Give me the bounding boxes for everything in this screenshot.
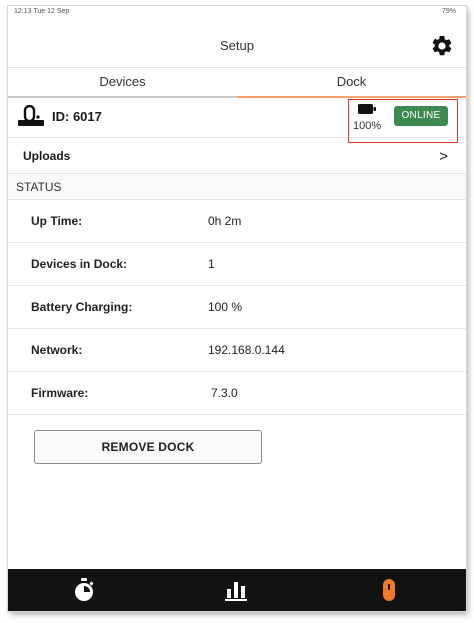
dock-icon[interactable] bbox=[376, 577, 402, 603]
status-row-uptime: Up Time: 0h 2m bbox=[8, 200, 466, 243]
status-label: Devices in Dock: bbox=[31, 257, 128, 271]
stopwatch-icon[interactable] bbox=[71, 577, 97, 603]
uploads-row[interactable]: Uploads > bbox=[8, 138, 466, 174]
battery-percent: 100% bbox=[353, 120, 382, 132]
device-status-bar: 12:13 Tue 12 Sep 79% bbox=[8, 6, 466, 20]
status-value: 192.168.0.144 bbox=[208, 343, 285, 357]
dock-summary-row: ID: 6017 100% ONLINE bbox=[8, 98, 466, 143]
status-section-header: STATUS bbox=[8, 174, 466, 200]
bar-chart-icon[interactable] bbox=[223, 577, 249, 603]
status-value: 100 % bbox=[208, 300, 243, 314]
status-row-battery-charging: Battery Charging: 100 % bbox=[8, 286, 466, 329]
gear-icon[interactable] bbox=[430, 34, 454, 58]
dock-id-label: ID: 6017 bbox=[52, 109, 102, 124]
status-value: 7.3.0 bbox=[211, 386, 238, 400]
app-window: 12:13 Tue 12 Sep 79% Setup Devices Dock … bbox=[8, 6, 466, 611]
status-battery: 79% bbox=[441, 8, 456, 15]
tab-devices[interactable]: Devices bbox=[8, 68, 237, 98]
status-label: Network: bbox=[31, 343, 83, 357]
segment-tabs: Devices Dock bbox=[8, 68, 466, 98]
online-status-badge: ONLINE bbox=[394, 106, 448, 126]
uploads-label: Uploads bbox=[23, 149, 71, 163]
page-title: Setup bbox=[220, 38, 254, 53]
tab-dock[interactable]: Dock bbox=[237, 68, 466, 98]
bottom-tab-bar bbox=[8, 569, 466, 611]
status-value: 1 bbox=[208, 257, 215, 271]
remove-dock-button[interactable]: REMOVE DOCK bbox=[34, 430, 262, 464]
status-value: 0h 2m bbox=[208, 214, 242, 228]
nav-header: Setup bbox=[8, 22, 466, 68]
status-row-devices-in-dock: Devices in Dock: 1 bbox=[8, 243, 466, 286]
battery-icon bbox=[358, 104, 376, 114]
dock-device-icon bbox=[18, 105, 44, 126]
status-row-network: Network: 192.168.0.144 bbox=[8, 329, 466, 372]
status-row-firmware: Firmware: 7.3.0 bbox=[8, 372, 466, 415]
status-list: Up Time: 0h 2m Devices in Dock: 1 Batter… bbox=[8, 200, 466, 415]
status-section-title: STATUS bbox=[16, 180, 62, 194]
chevron-right-icon: > bbox=[439, 148, 448, 165]
status-label: Battery Charging: bbox=[31, 300, 133, 314]
status-label: Up Time: bbox=[31, 214, 83, 228]
status-time: 12:13 Tue 12 Sep bbox=[14, 8, 70, 15]
status-label: Firmware: bbox=[31, 386, 89, 400]
